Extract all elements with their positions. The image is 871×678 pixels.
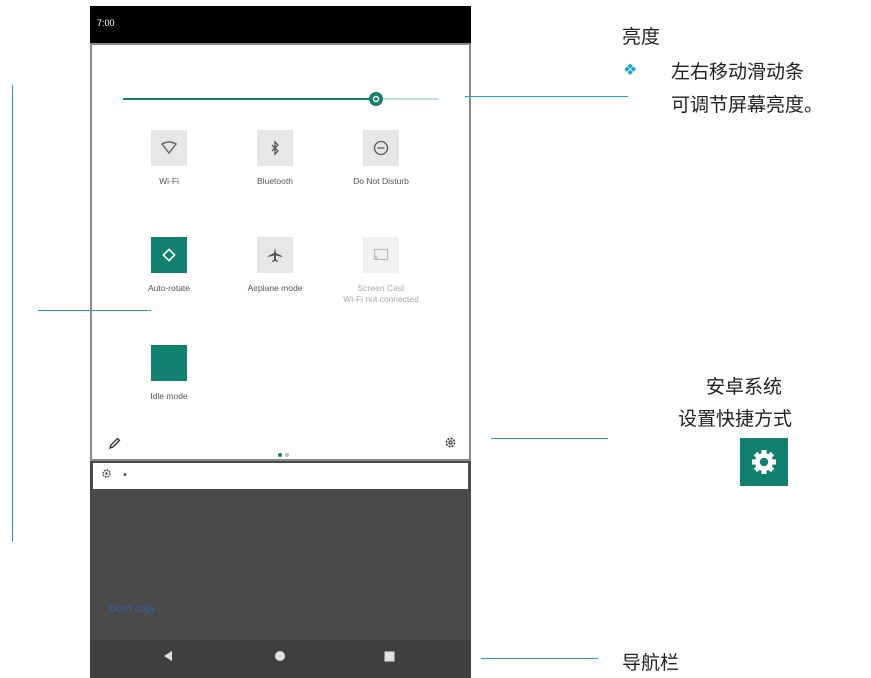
edit-icon[interactable] bbox=[108, 437, 121, 452]
annotation-brightness-title: 亮度 bbox=[622, 26, 661, 48]
tile-label: Screen Cast Wi-Fi not connected bbox=[321, 283, 441, 305]
tile-do-not-disturb[interactable]: Do Not Disturb bbox=[321, 130, 441, 187]
settings-gear-icon[interactable] bbox=[444, 436, 457, 453]
navigation-bar bbox=[90, 640, 471, 678]
bullet-dot-icon: • bbox=[122, 470, 128, 481]
tile-label: Airplane mode bbox=[247, 283, 303, 293]
tile-label: Auto-rotate bbox=[147, 283, 191, 293]
tile-label: Wi-Fi bbox=[159, 176, 179, 186]
wifi-icon bbox=[151, 130, 187, 166]
callout-line-brightness bbox=[465, 96, 628, 97]
brightness-slider-fill bbox=[123, 98, 376, 100]
diamond-bullet-icon: ❖ bbox=[623, 60, 638, 79]
tile-label: Do Not Disturb bbox=[353, 176, 409, 186]
status-time: 7:00 bbox=[97, 18, 115, 28]
home-icon[interactable] bbox=[274, 650, 286, 666]
annotation-navbar: 导航栏 bbox=[622, 652, 680, 674]
tile-bluetooth[interactable]: Bluetooth bbox=[215, 130, 335, 187]
tile-auto-rotate[interactable]: Auto-rotate bbox=[109, 237, 229, 294]
do-not-disturb-icon bbox=[363, 130, 399, 166]
tile-airplane-mode[interactable]: Airplane mode bbox=[215, 237, 335, 294]
annotation-settings-line2: 设置快捷方式 bbox=[678, 408, 793, 430]
tile-label: Bluetooth bbox=[257, 176, 293, 186]
tile-sublabel: Wi-Fi not connected bbox=[343, 294, 419, 304]
back-icon[interactable] bbox=[163, 650, 173, 666]
watermark-text: Don't copy bbox=[109, 604, 156, 615]
callout-line-settings bbox=[491, 438, 608, 439]
quick-settings-panel: Wi-Fi Bluetooth Do Not Disturb Auto-rota… bbox=[90, 43, 471, 461]
tile-screen-cast[interactable]: Screen Cast Wi-Fi not connected bbox=[321, 237, 441, 305]
gear-icon bbox=[101, 468, 112, 482]
tile-wifi[interactable]: Wi-Fi bbox=[109, 130, 229, 187]
cast-icon bbox=[363, 237, 399, 273]
tile-label: Idle mode bbox=[150, 391, 188, 401]
settings-app-icon bbox=[740, 438, 788, 486]
callout-line-tiles bbox=[38, 310, 151, 311]
status-bar: 7:00 bbox=[90, 6, 471, 43]
callout-line-navbar bbox=[481, 658, 598, 659]
annotation-settings-line1: 安卓系统 bbox=[706, 376, 783, 398]
annotation-brightness-line2: 可调节屏幕亮度。 bbox=[671, 94, 824, 116]
annotation-brightness-line1: 左右移动滑动条 bbox=[671, 61, 805, 83]
brightness-slider[interactable] bbox=[123, 92, 439, 106]
page-indicator bbox=[278, 442, 292, 461]
bluetooth-icon bbox=[257, 130, 293, 166]
notification-row[interactable]: • bbox=[93, 463, 468, 489]
tile-label-text: Screen Cast bbox=[357, 283, 405, 293]
moon-icon bbox=[151, 345, 187, 381]
page-dot-active bbox=[278, 453, 282, 457]
auto-rotate-icon bbox=[151, 237, 187, 273]
phone-screen: 7:00 Wi-Fi Bluetooth Do Not Disturb Auto… bbox=[90, 6, 471, 678]
tile-idle-mode[interactable]: Idle mode bbox=[109, 345, 229, 402]
page-dot bbox=[285, 453, 289, 457]
recents-icon[interactable] bbox=[384, 650, 395, 666]
brightness-icon[interactable] bbox=[367, 90, 385, 108]
callout-line-vertical bbox=[12, 85, 13, 542]
airplane-icon bbox=[257, 237, 293, 273]
